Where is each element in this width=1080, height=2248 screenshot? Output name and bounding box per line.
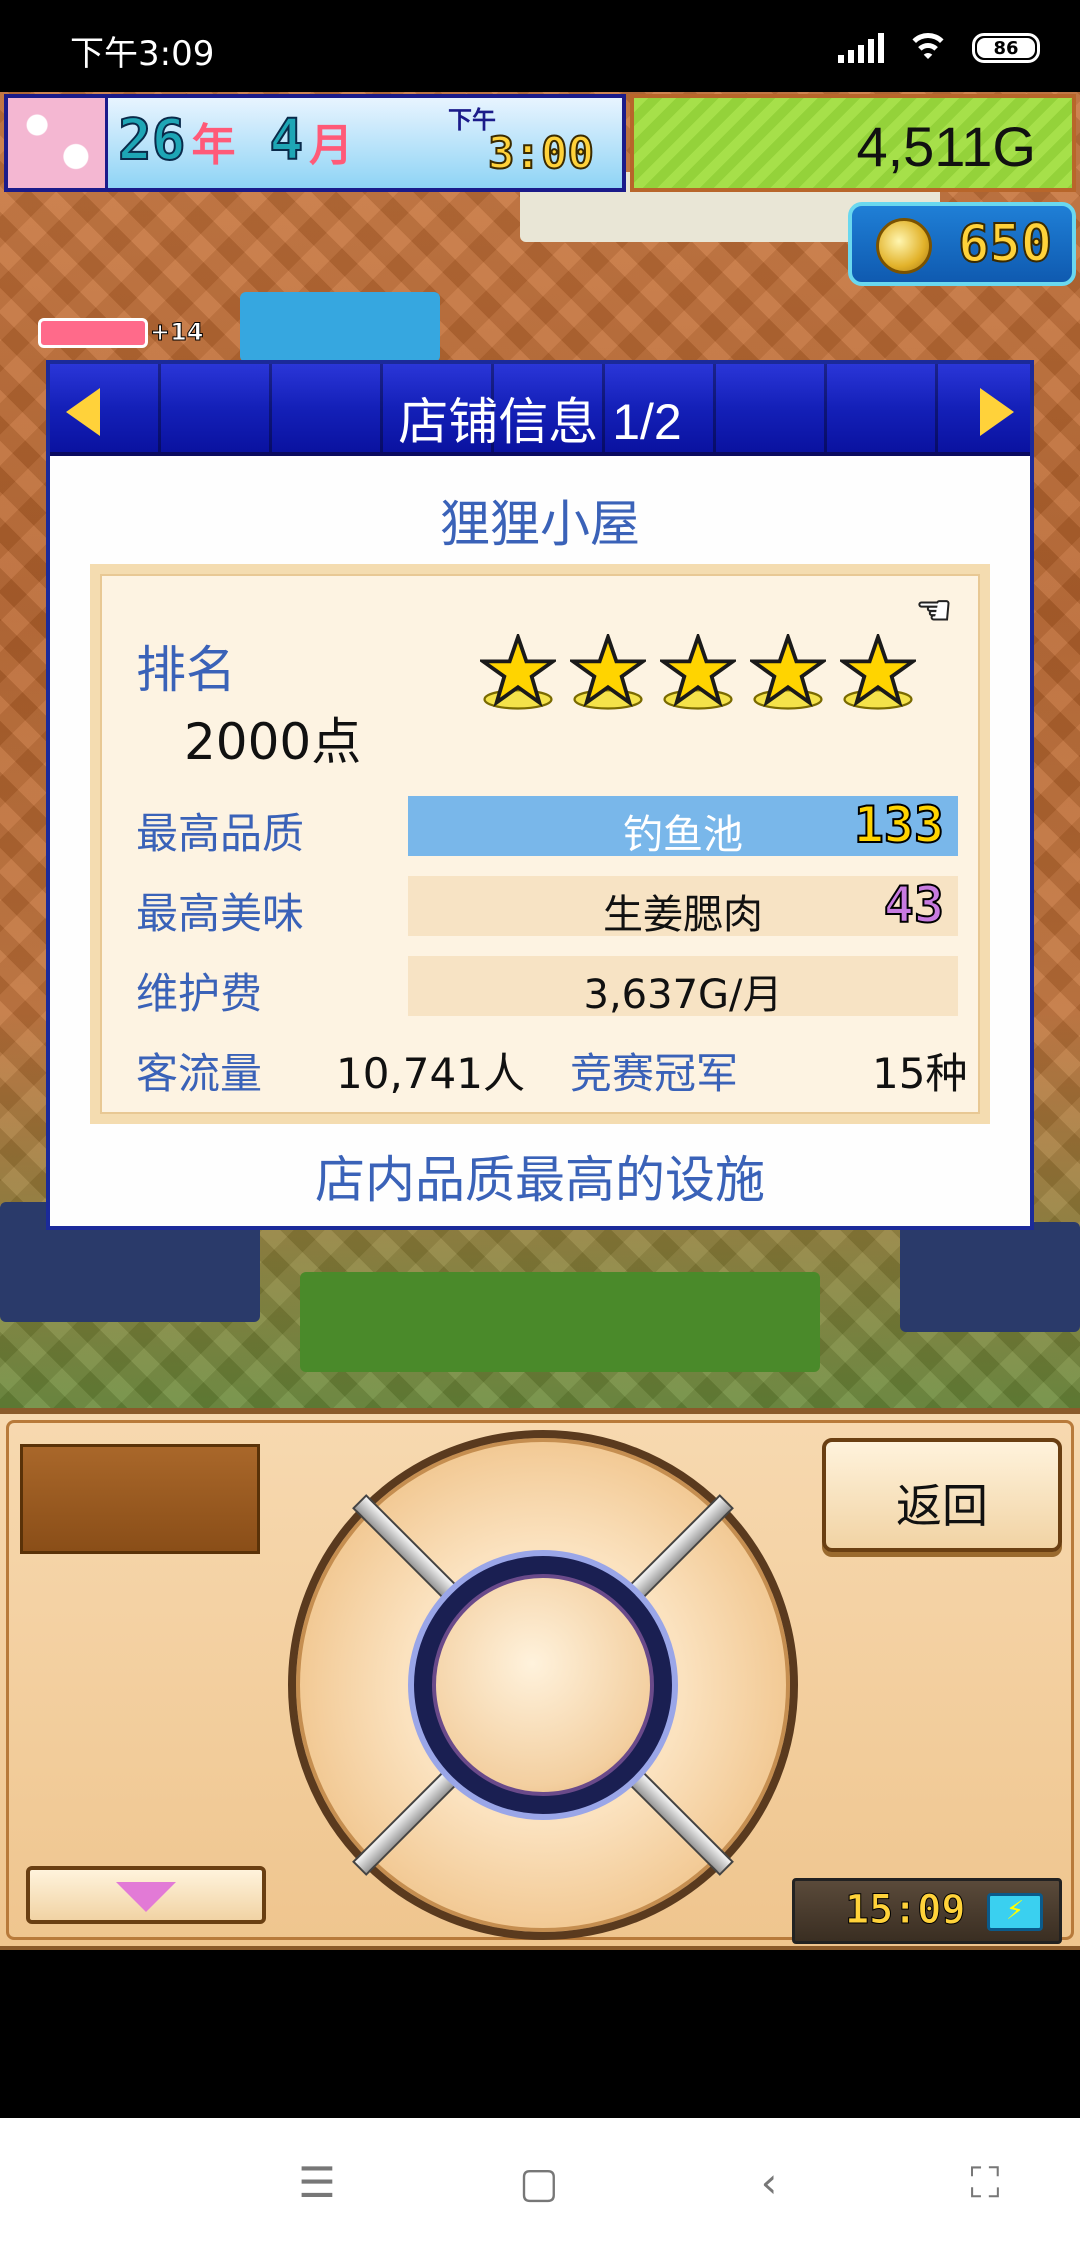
back-icon[interactable]: ‹ [744, 2158, 794, 2208]
empty-slot [20, 1444, 260, 1554]
date-panel: 26 年 4 月 下午 3:00 [4, 94, 626, 192]
star-icon [747, 631, 829, 710]
contest-label: 竞赛冠军 [570, 1049, 739, 1098]
shop-info-dialog: 店铺信息 1/2 狸狸小屋 排名 2000点 最高品质 钓鱼池 133 最高美味 [46, 360, 1034, 1230]
charging-battery-icon: ⚡ [987, 1893, 1043, 1931]
quality-label: 最高品质 [136, 809, 305, 858]
star-icon [657, 631, 739, 710]
star-icon [567, 631, 649, 710]
scenery-grass [300, 1272, 820, 1372]
device-time: 15:09 [844, 1887, 966, 1934]
money-amount: 4,511G [856, 115, 1036, 178]
status-time: 下午3:09 [70, 34, 215, 74]
game-clock: 3:00 [487, 127, 595, 180]
dialog-footer: 店内品质最高的设施 [315, 1151, 765, 1209]
battery-level: 86 [977, 38, 1035, 59]
scenery-building-right [900, 1222, 1080, 1332]
taste-label: 最高美味 [136, 889, 305, 938]
star-icon [477, 631, 559, 710]
dpad[interactable] [288, 1430, 798, 1940]
taste-row[interactable]: 生姜腮肉 43 [408, 875, 958, 938]
coin-amount: 650 [957, 213, 1053, 275]
season-sakura-icon [8, 98, 108, 188]
shop-name: 狸狸小屋 [440, 495, 640, 553]
battery-icon: 86 [972, 33, 1040, 63]
rank-label: 排名 [136, 641, 236, 699]
rank-points: 2000点 [184, 713, 362, 771]
controller-panel: 返回 15:09 ⚡ [0, 1408, 1080, 1950]
wifi-icon [906, 31, 950, 65]
dialog-header: 店铺信息 1/2 [50, 364, 1030, 456]
date-display: 26 年 4 月 [117, 107, 354, 174]
menu-icon[interactable]: ☰ [292, 2158, 342, 2208]
year-number: 26 [117, 107, 186, 174]
game-viewport[interactable]: 26 年 4 月 下午 3:00 4,511G 650 +14 店铺信息 1/2… [0, 92, 1080, 1408]
star-icon [837, 631, 919, 710]
scenery-pool [240, 292, 440, 362]
upkeep-label: 维护费 [136, 969, 263, 1018]
traffic-value: 10,741人 [336, 1049, 525, 1098]
triangle-down-icon [116, 1882, 176, 1912]
month-number: 4 [268, 107, 304, 174]
year-unit: 年 [191, 119, 236, 171]
status-bar: 下午3:09 86 [0, 0, 1080, 92]
traffic-label: 客流量 [136, 1049, 263, 1098]
quality-badge: 133 [853, 795, 945, 855]
back-button-label: 返回 [896, 1479, 988, 1533]
dpad-center-button[interactable] [432, 1574, 654, 1796]
quality-row[interactable]: 钓鱼池 133 [408, 795, 958, 858]
rank-stars [477, 631, 919, 710]
coin-icon [876, 218, 932, 274]
upkeep-row: 3,637G/月 [408, 956, 958, 1018]
hand-pointer-icon: ☚ [915, 587, 953, 635]
upkeep-value: 3,637G/月 [583, 972, 783, 1018]
side-gauge-plus: +14 [150, 318, 205, 347]
taste-badge: 43 [883, 875, 945, 935]
scroll-down-button[interactable] [26, 1866, 266, 1924]
signal-icon [838, 33, 884, 63]
dialog-title: 店铺信息 1/2 [398, 394, 682, 450]
screen-rotate-icon[interactable]: ⛶ [960, 2158, 1010, 2208]
contest-value: 15种 [872, 1049, 968, 1098]
home-icon[interactable]: ▢ [514, 2158, 564, 2208]
bottom-spacer [0, 1950, 1080, 2118]
next-page-arrow-icon[interactable] [980, 388, 1014, 436]
month-unit: 月 [309, 119, 354, 171]
system-nav-bar: ☰ ▢ ‹ ⛶ [0, 2118, 1080, 2248]
info-panel: 排名 2000点 最高品质 钓鱼池 133 最高美味 生姜腮肉 43 维护费 3… [90, 564, 990, 1124]
taste-value: 生姜腮肉 [603, 892, 763, 938]
device-time-display: 15:09 ⚡ [792, 1878, 1062, 1944]
side-gauge [38, 318, 148, 348]
coin-counter[interactable]: 650 [848, 202, 1076, 286]
money-panel: 4,511G [630, 94, 1076, 192]
back-button[interactable]: 返回 [822, 1438, 1062, 1552]
status-icons: 86 [838, 28, 1040, 68]
